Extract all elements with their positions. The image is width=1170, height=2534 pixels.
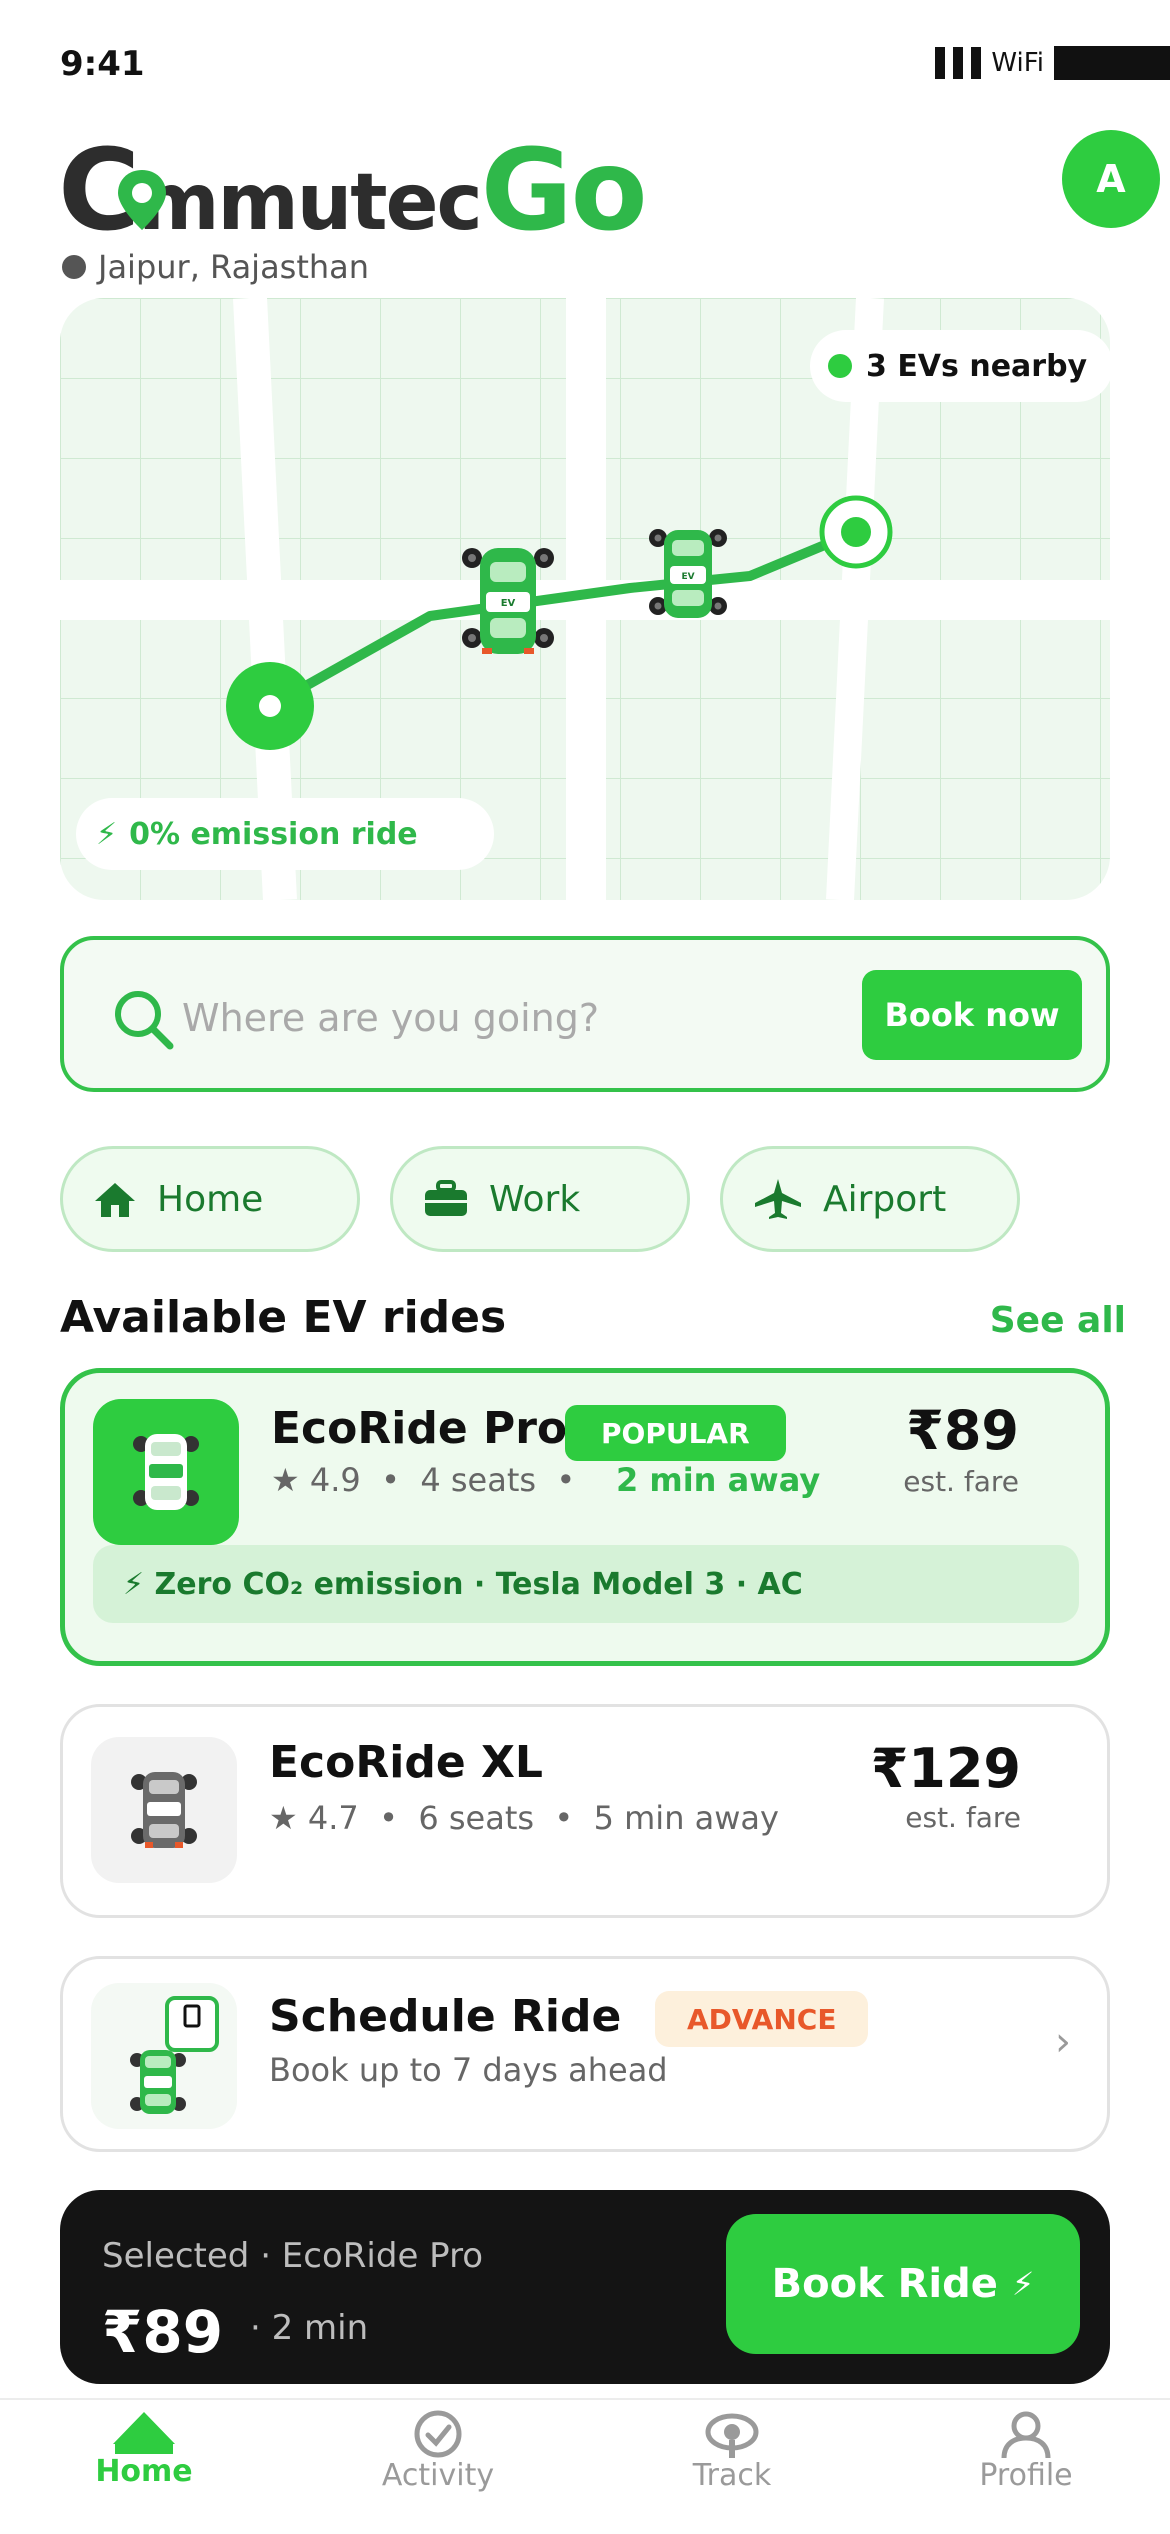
ride-thumbnail: [93, 1399, 239, 1545]
ev-car-icon: [133, 1434, 199, 1510]
location-dot-icon: [62, 255, 86, 279]
tab-bar: Home Activity Track Profile: [0, 2398, 1170, 2534]
see-all-link[interactable]: See all: [990, 1300, 1126, 1341]
ride-card-ecoride-xl[interactable]: EcoRide XL ★ 4.7 • 6 seats • 5 min away …: [60, 1704, 1110, 1918]
nearby-evs-pill: 3 EVs nearby: [810, 330, 1114, 402]
search-input[interactable]: Where are you going?: [182, 996, 599, 1040]
place-chip-home[interactable]: Home: [60, 1146, 360, 1252]
tab-profile[interactable]: Profile: [926, 2410, 1126, 2493]
home-icon: [113, 2412, 175, 2454]
status-time: 9:41: [60, 44, 145, 84]
place-chip-work[interactable]: Work: [390, 1146, 690, 1252]
tab-activity[interactable]: Activity: [338, 2410, 538, 2493]
current-location[interactable]: Jaipur, Rajasthan: [62, 248, 369, 286]
popular-badge: POPULAR: [565, 1405, 786, 1461]
ride-name: EcoRide XL: [269, 1737, 543, 1788]
home-icon: [95, 1183, 135, 1217]
avatar[interactable]: A: [1062, 130, 1160, 228]
ride-features: ⚡ Zero CO₂ emission · Tesla Model 3 · AC: [93, 1545, 1079, 1623]
ride-card-ecoride-pro[interactable]: EcoRide Pro POPULAR ★ 4.9 • 4 seats • 2 …: [60, 1368, 1110, 1666]
search-icon: [115, 991, 174, 1050]
advance-badge: ADVANCE: [655, 1991, 869, 2047]
briefcase-icon: [425, 1180, 467, 1216]
schedule-thumbnail: [91, 1983, 237, 2129]
battery-icon: [1054, 46, 1170, 80]
star-icon: ★: [269, 1799, 298, 1837]
live-dot-icon: [828, 354, 852, 378]
tab-home[interactable]: Home: [44, 2410, 244, 2489]
schedule-title: Schedule Ride: [269, 1991, 622, 2042]
emission-pill: ⚡ 0% emission ride: [76, 798, 494, 870]
section-title: Available EV rides: [60, 1292, 507, 1343]
price-note: est. fare: [905, 1801, 1021, 1834]
ev-car-icon: [131, 1772, 197, 1848]
location-text: Jaipur, Rajasthan: [98, 248, 370, 286]
ride-price: ₹129: [870, 1737, 1021, 1800]
price-note: est. fare: [903, 1465, 1019, 1498]
place-chip-airport[interactable]: Airport: [720, 1146, 1020, 1252]
selected-price: ₹89: [102, 2298, 224, 2366]
signal-icon: [935, 47, 982, 79]
location-pin-icon: [705, 2413, 759, 2458]
ride-eta: 2 min away: [615, 1461, 821, 1499]
ride-price: ₹89: [906, 1399, 1019, 1462]
selected-eta: · 2 min: [250, 2308, 369, 2348]
logo-pin-icon: [118, 170, 166, 230]
book-now-button[interactable]: Book now: [862, 970, 1082, 1060]
person-icon: [1001, 2411, 1051, 2458]
tab-track[interactable]: Track: [632, 2410, 832, 2493]
selected-ride-label: Selected · EcoRide Pro: [102, 2236, 484, 2276]
ride-meta: ★ 4.9 • 4 seats • 2 min away: [271, 1461, 821, 1499]
selection-bar: Selected · EcoRide Pro ₹89 · 2 min Book …: [60, 2190, 1110, 2384]
lightning-icon: ⚡: [1011, 2265, 1035, 2303]
wifi-icon: WiFi: [991, 48, 1044, 78]
check-circle-icon: [414, 2410, 462, 2458]
ride-name: EcoRide Pro: [271, 1403, 568, 1454]
ride-thumbnail: [91, 1737, 237, 1883]
svg-text:EV: EV: [501, 598, 516, 609]
lightning-icon: ⚡: [96, 816, 118, 852]
svg-text:EV: EV: [681, 572, 694, 582]
calendar-car-icon: [130, 1996, 219, 2114]
book-ride-button[interactable]: Book Ride ⚡: [726, 2214, 1080, 2354]
destination-search[interactable]: Where are you going? Book now: [60, 936, 1110, 1092]
status-indicators: WiFi: [935, 46, 1170, 80]
lightning-icon: ⚡: [123, 1566, 155, 1602]
schedule-subtitle: Book up to 7 days ahead: [269, 2051, 668, 2089]
schedule-ride-card[interactable]: Schedule Ride ADVANCE Book up to 7 days …: [60, 1956, 1110, 2152]
ride-meta: ★ 4.7 • 6 seats • 5 min away: [269, 1799, 779, 1837]
airplane-icon: [755, 1179, 801, 1219]
star-icon: ★: [271, 1461, 300, 1499]
chevron-right-icon: ›: [1055, 2019, 1071, 2065]
